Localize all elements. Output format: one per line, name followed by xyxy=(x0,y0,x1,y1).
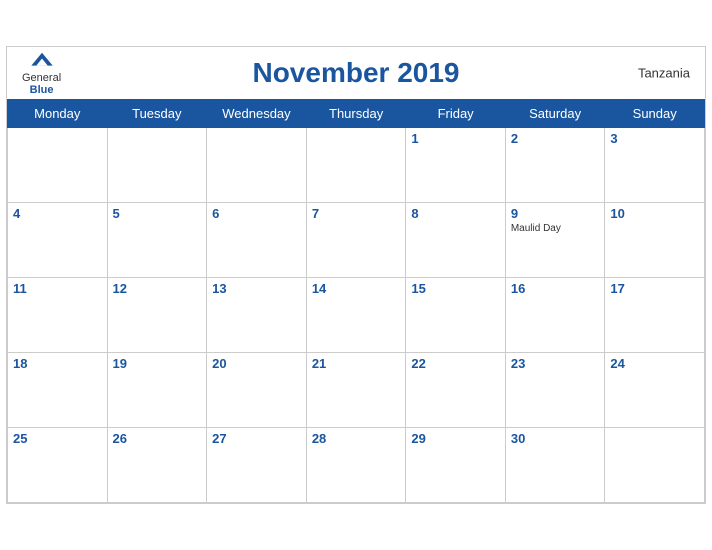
day-number: 3 xyxy=(610,131,699,146)
day-cell: 11 xyxy=(8,278,108,353)
week-row-1: 123 xyxy=(8,128,705,203)
day-number: 26 xyxy=(113,431,202,446)
holiday-text: Maulid Day xyxy=(511,223,600,234)
week-row-3: 11 12 13 14 15 16 17 xyxy=(8,278,705,353)
day-number: 23 xyxy=(511,356,600,371)
day-number: 30 xyxy=(511,431,600,446)
header-wednesday: Wednesday xyxy=(207,100,307,128)
week-row-4: 18 19 20 21 22 23 24 xyxy=(8,353,705,428)
day-cell: 2 xyxy=(505,128,605,203)
day-cell: 3 xyxy=(605,128,705,203)
calendar-title: November 2019 xyxy=(252,57,459,89)
day-number: 9 xyxy=(511,206,600,221)
day-number: 14 xyxy=(312,281,401,296)
day-cell: 27 xyxy=(207,428,307,503)
day-cell: 9 Maulid Day xyxy=(505,203,605,278)
calendar-grid: Monday Tuesday Wednesday Thursday Friday… xyxy=(7,99,705,503)
day-number: 19 xyxy=(113,356,202,371)
calendar-container: General Blue November 2019 Tanzania Mond… xyxy=(6,46,706,504)
day-cell: 20 xyxy=(207,353,307,428)
header-tuesday: Tuesday xyxy=(107,100,207,128)
logo-area: General Blue xyxy=(22,50,61,96)
day-cell: 22 xyxy=(406,353,505,428)
day-cell: 23 xyxy=(505,353,605,428)
day-number: 28 xyxy=(312,431,401,446)
day-cell: 17 xyxy=(605,278,705,353)
calendar-header: General Blue November 2019 Tanzania xyxy=(7,47,705,99)
day-cell: 19 xyxy=(107,353,207,428)
day-number: 21 xyxy=(312,356,401,371)
day-cell: 29 xyxy=(406,428,505,503)
header-saturday: Saturday xyxy=(505,100,605,128)
day-cell: 25 xyxy=(8,428,108,503)
day-number: 7 xyxy=(312,206,401,221)
country-label: Tanzania xyxy=(638,66,690,81)
day-number: 2 xyxy=(511,131,600,146)
week-row-5: 25 26 27 28 29 30 xyxy=(8,428,705,503)
header-monday: Monday xyxy=(8,100,108,128)
logo-icon xyxy=(27,50,57,70)
day-cell xyxy=(107,128,207,203)
day-cell: 10 xyxy=(605,203,705,278)
day-cell: 16 xyxy=(505,278,605,353)
day-cell: 12 xyxy=(107,278,207,353)
day-cell xyxy=(207,128,307,203)
day-cell: 30 xyxy=(505,428,605,503)
day-number: 8 xyxy=(411,206,499,221)
day-number: 15 xyxy=(411,281,499,296)
day-cell: 5 xyxy=(107,203,207,278)
day-number: 25 xyxy=(13,431,102,446)
days-header-row: Monday Tuesday Wednesday Thursday Friday… xyxy=(8,100,705,128)
day-cell: 21 xyxy=(306,353,406,428)
day-cell xyxy=(605,428,705,503)
day-number: 10 xyxy=(610,206,699,221)
day-number: 29 xyxy=(411,431,499,446)
day-number: 11 xyxy=(13,281,102,296)
day-number: 5 xyxy=(113,206,202,221)
day-number: 17 xyxy=(610,281,699,296)
day-cell: 1 xyxy=(406,128,505,203)
week-row-2: 456789 Maulid Day 10 xyxy=(8,203,705,278)
day-cell: 8 xyxy=(406,203,505,278)
day-number: 4 xyxy=(13,206,102,221)
day-cell: 15 xyxy=(406,278,505,353)
day-number: 6 xyxy=(212,206,301,221)
day-cell: 6 xyxy=(207,203,307,278)
day-cell: 26 xyxy=(107,428,207,503)
logo-general: General xyxy=(22,72,61,84)
day-cell: 18 xyxy=(8,353,108,428)
day-number: 27 xyxy=(212,431,301,446)
day-cell: 7 xyxy=(306,203,406,278)
day-number: 16 xyxy=(511,281,600,296)
day-number: 13 xyxy=(212,281,301,296)
day-number: 20 xyxy=(212,356,301,371)
day-number: 18 xyxy=(13,356,102,371)
day-cell xyxy=(8,128,108,203)
day-number: 12 xyxy=(113,281,202,296)
logo-blue: Blue xyxy=(30,84,54,96)
day-cell: 24 xyxy=(605,353,705,428)
header-friday: Friday xyxy=(406,100,505,128)
day-number: 1 xyxy=(411,131,499,146)
day-cell: 4 xyxy=(8,203,108,278)
calendar-body: 123456789Maulid Day101112131415161718192… xyxy=(8,128,705,503)
day-cell: 28 xyxy=(306,428,406,503)
day-number: 24 xyxy=(610,356,699,371)
day-number: 22 xyxy=(411,356,499,371)
day-cell: 13 xyxy=(207,278,307,353)
header-sunday: Sunday xyxy=(605,100,705,128)
day-cell xyxy=(306,128,406,203)
day-cell: 14 xyxy=(306,278,406,353)
header-thursday: Thursday xyxy=(306,100,406,128)
